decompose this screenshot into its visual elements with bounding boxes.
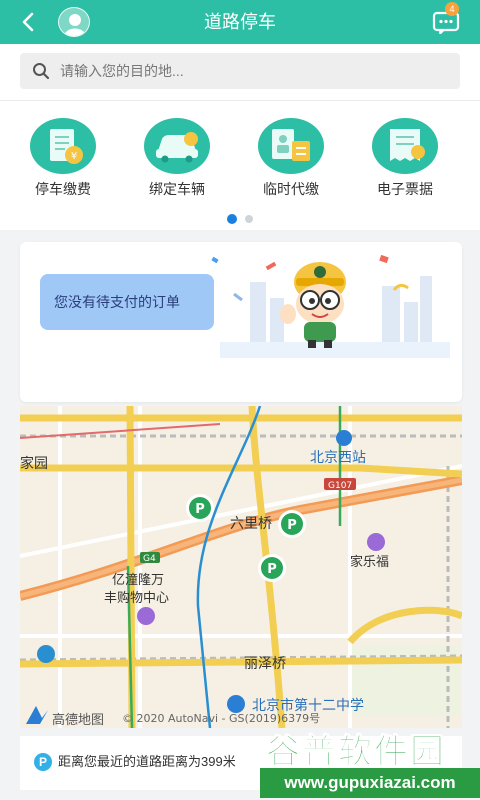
map-view[interactable]: P P P 家园 北京西站 G107 六里桥 家乐福 G4 亿潼隆万 丰购物中心 [20, 406, 462, 728]
no-pending-orders-message: 您没有待支付的订单 [40, 274, 214, 330]
menu-label: 临时代缴 [263, 181, 319, 197]
search-input[interactable]: 请输入您的目的地... [20, 53, 460, 89]
app-header: 道路停车 4 [0, 0, 480, 44]
e-receipt-icon [372, 118, 438, 174]
train-station-icon [336, 430, 352, 446]
menu-item-temporary-pay[interactable]: 临时代缴 [248, 117, 334, 199]
map-label-liulicun: 六里桥 [230, 516, 272, 532]
map-label-g107: G107 [328, 481, 352, 491]
map-label-yitong-2: 丰购物中心 [104, 590, 169, 606]
map-label-jialefu: 家乐福 [350, 554, 389, 570]
map-canvas: P P P 家园 北京西站 G107 六里桥 家乐福 G4 亿潼隆万 丰购物中心 [20, 406, 462, 728]
map-label-lizeqiao: 丽泽桥 [244, 656, 286, 672]
map-label-yitong-1: 亿潼隆万 [112, 572, 164, 588]
search-bar-container: 请输入您的目的地... [0, 44, 480, 100]
search-placeholder: 请输入您的目的地... [60, 63, 184, 79]
nearest-road-distance: 距离您最近的道路距离为399米 [58, 754, 236, 769]
map-label-beijing-west: 北京西站 [310, 450, 366, 466]
pending-orders-card: 您没有待支付的订单 [20, 242, 462, 402]
page-indicator [0, 210, 480, 228]
bind-car-icon [144, 118, 210, 174]
search-icon [33, 63, 50, 80]
message-count-badge: 4 [445, 2, 459, 16]
menu-item-parking-fee[interactable]: ¥ 停车缴费 [20, 117, 106, 199]
svg-text:P: P [195, 502, 205, 517]
parking-fee-icon: ¥ [30, 118, 96, 174]
page-dot-active[interactable] [227, 214, 237, 224]
parking-p-icon: P [34, 753, 52, 771]
menu-item-e-receipt[interactable]: 电子票据 [362, 117, 448, 199]
parking-pin[interactable]: P [278, 510, 306, 538]
mall-icon [137, 607, 155, 625]
watermark-url: www.gupuxiazai.com [260, 768, 480, 798]
menu-label: 停车缴费 [35, 181, 91, 197]
poi-icon [37, 645, 55, 663]
map-logo-text: 高德地图 [52, 712, 104, 728]
map-label-g4: G4 [143, 554, 156, 564]
svg-text:P: P [287, 518, 297, 533]
watermark-title: 谷普软件园 [266, 733, 446, 772]
school-icon [227, 695, 245, 713]
menu-item-bind-car[interactable]: 绑定车辆 [134, 117, 220, 199]
svg-text:¥: ¥ [71, 151, 77, 162]
parking-pin[interactable]: P [186, 494, 214, 522]
map-label-jiayuan: 家园 [20, 455, 48, 472]
menu-label: 电子票据 [377, 181, 433, 197]
menu-label: 绑定车辆 [149, 181, 205, 197]
function-menu: ¥ 停车缴费 绑定车辆 临时代缴 电子票据 [0, 100, 480, 230]
parking-pin[interactable]: P [258, 554, 286, 582]
svg-text:P: P [267, 562, 277, 577]
temporary-pay-icon [258, 118, 324, 174]
page-title: 道路停车 [204, 12, 276, 32]
page-dot[interactable] [245, 215, 253, 223]
shopping-icon [367, 533, 385, 551]
watermark: 谷普软件园 www.gupuxiazai.com [260, 722, 480, 800]
